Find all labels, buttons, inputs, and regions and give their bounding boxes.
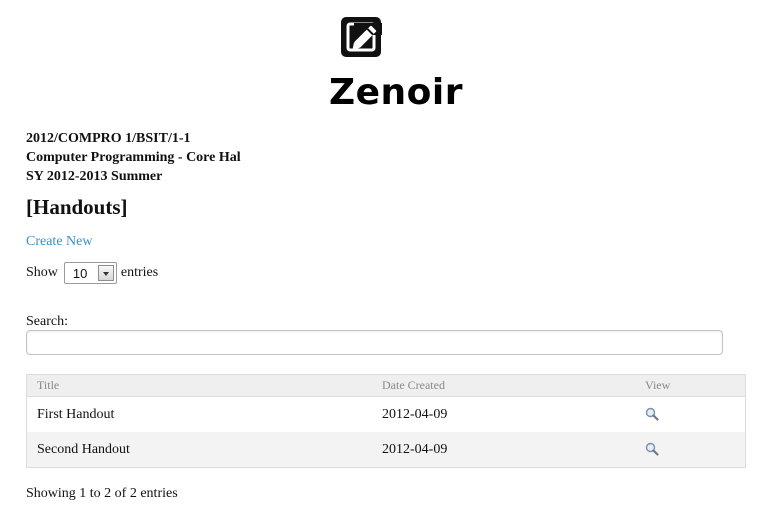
handout-title-cell: First Handout [37,406,115,422]
app-brand-title: Zenoir [329,72,463,113]
handout-date-cell: 2012-04-09 [372,432,635,468]
course-term: SY 2012-2013 Summer [26,169,163,184]
length-suffix-label: entries [120,265,159,280]
handouts-table: Title Date Created View First Handout 20… [26,374,746,468]
create-new-link[interactable]: Create New [26,234,92,250]
table-info: Showing 1 to 2 of 2 entries [26,486,178,501]
course-name: Computer Programming - Core Hal [26,150,241,165]
search-input[interactable] [26,330,723,355]
column-header-view[interactable]: View [635,374,746,397]
entries-per-page-select[interactable]: 10 [63,262,117,284]
search-label: Search: [26,314,68,329]
column-header-title[interactable]: Title [26,374,372,397]
view-cell [635,432,746,468]
table-row: First Handout 2012-04-09 [27,397,746,433]
section-title: [Handouts] [26,195,128,219]
course-info: 2012/COMPRO 1/BSIT/1-1 Computer Programm… [26,129,241,186]
magnifier-icon[interactable] [645,407,659,421]
chevron-down-icon[interactable] [97,265,114,281]
table-header-row: Title Date Created View [26,374,746,397]
entries-length-control: Show 10 entries [26,262,158,284]
course-code: 2012/COMPRO 1/BSIT/1-1 [26,131,191,146]
magnifier-icon[interactable] [645,442,659,456]
entries-per-page-value: 10 [72,266,88,281]
view-cell [635,397,746,433]
handout-title-cell: Second Handout [26,432,372,468]
handout-date-cell: 2012-04-09 [382,406,448,422]
length-prefix-label: Show [26,265,58,280]
table-row: Second Handout 2012-04-09 [26,432,746,468]
edit-square-icon [340,15,384,59]
column-header-date-created[interactable]: Date Created [372,374,635,397]
